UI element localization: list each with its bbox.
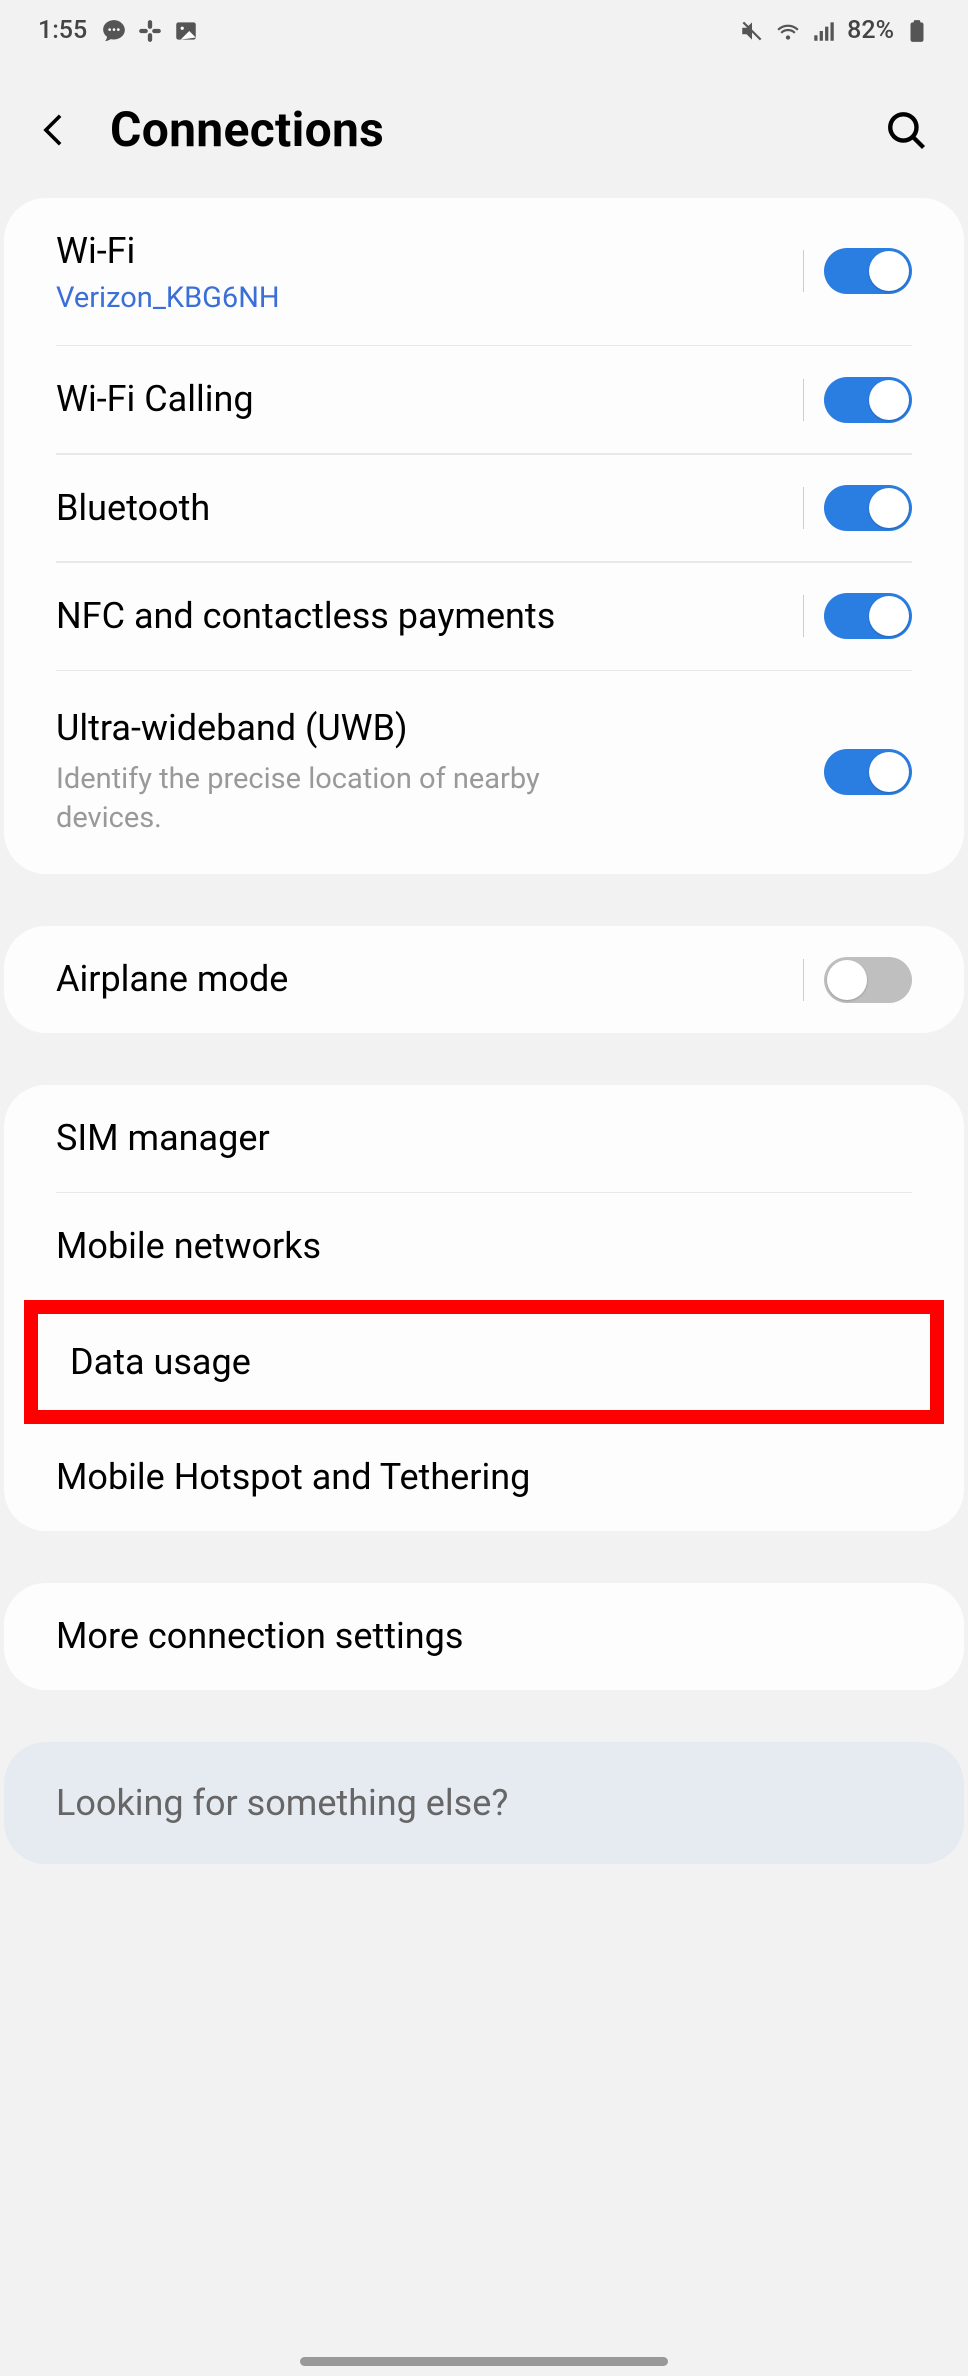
- battery-icon: [904, 18, 930, 44]
- separator: [803, 595, 805, 637]
- back-button[interactable]: [38, 108, 82, 152]
- airplane-mode-label: Airplane mode: [56, 956, 803, 1003]
- nfc-row[interactable]: NFC and contactless payments: [4, 563, 964, 670]
- connections-group-4: More connection settings: [4, 1583, 964, 1690]
- wifi-calling-toggle[interactable]: [824, 377, 912, 423]
- mobile-hotspot-row[interactable]: Mobile Hotspot and Tethering: [4, 1424, 964, 1531]
- mobile-networks-row[interactable]: Mobile networks: [4, 1193, 964, 1300]
- status-time: 1:55: [38, 16, 87, 45]
- nfc-toggle[interactable]: [824, 593, 912, 639]
- airplane-mode-toggle[interactable]: [824, 957, 912, 1003]
- bluetooth-label: Bluetooth: [56, 485, 803, 532]
- nfc-label: NFC and contactless payments: [56, 593, 803, 640]
- slack-icon: [137, 18, 163, 44]
- connections-group-3: SIM manager Mobile networks Data usage M: [4, 1085, 964, 1531]
- wifi-label: Wi-Fi: [56, 228, 803, 275]
- wifi-calling-row[interactable]: Wi-Fi Calling: [4, 346, 964, 453]
- connections-group-2: Airplane mode: [4, 926, 964, 1033]
- separator: [803, 959, 805, 1001]
- suggestion-text: Looking for something else?: [56, 1782, 912, 1824]
- mobile-networks-label: Mobile networks: [56, 1223, 912, 1270]
- signal-icon: [811, 18, 837, 44]
- data-usage-row[interactable]: Data usage: [38, 1314, 930, 1410]
- sim-manager-label: SIM manager: [56, 1115, 912, 1162]
- gesture-handle[interactable]: [300, 2357, 668, 2366]
- uwb-toggle[interactable]: [824, 749, 912, 795]
- wifi-network-name: Verizon_KBG6NH: [56, 281, 803, 315]
- mute-icon: [739, 18, 765, 44]
- wifi-row[interactable]: Wi-Fi Verizon_KBG6NH: [4, 198, 964, 345]
- uwb-description: Identify the precise location of nearby …: [56, 760, 636, 838]
- airplane-mode-row[interactable]: Airplane mode: [4, 926, 964, 1033]
- bluetooth-toggle[interactable]: [824, 485, 912, 531]
- highlight-annotation: Data usage: [24, 1300, 944, 1424]
- uwb-label: Ultra-wideband (UWB): [56, 705, 824, 752]
- mobile-hotspot-label: Mobile Hotspot and Tethering: [56, 1454, 912, 1501]
- data-usage-label: Data usage: [70, 1339, 898, 1386]
- separator: [803, 379, 805, 421]
- messages-icon: [101, 18, 127, 44]
- wifi-icon: [775, 18, 801, 44]
- uwb-row[interactable]: Ultra-wideband (UWB) Identify the precis…: [4, 671, 964, 874]
- more-connection-settings-row[interactable]: More connection settings: [4, 1583, 964, 1690]
- separator: [803, 487, 805, 529]
- gallery-icon: [173, 18, 199, 44]
- sim-manager-row[interactable]: SIM manager: [4, 1085, 964, 1192]
- more-connection-settings-label: More connection settings: [56, 1613, 912, 1660]
- wifi-calling-label: Wi-Fi Calling: [56, 376, 803, 423]
- separator: [803, 250, 805, 292]
- wifi-toggle[interactable]: [824, 248, 912, 294]
- page-title: Connections: [110, 101, 854, 158]
- battery-percent: 82%: [847, 16, 894, 45]
- bluetooth-row[interactable]: Bluetooth: [4, 455, 964, 562]
- status-bar: 1:55 82%: [0, 0, 968, 53]
- page-header: Connections: [0, 53, 968, 198]
- suggestion-card[interactable]: Looking for something else?: [4, 1742, 964, 1864]
- search-button[interactable]: [882, 106, 930, 154]
- connections-group-1: Wi-Fi Verizon_KBG6NH Wi-Fi Calling: [4, 198, 964, 874]
